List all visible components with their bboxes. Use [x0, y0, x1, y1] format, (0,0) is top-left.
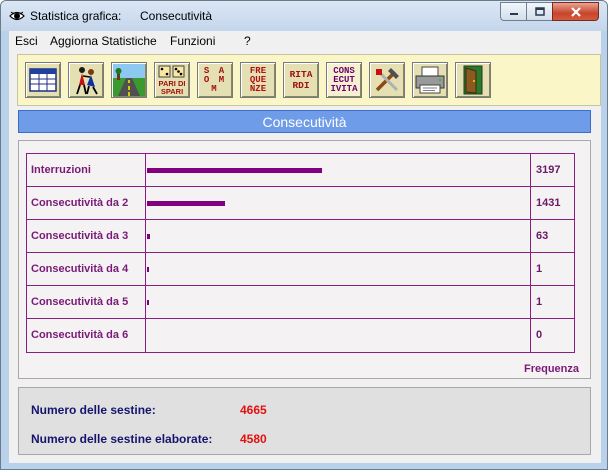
- row-divider: [145, 286, 146, 318]
- maximize-icon: [534, 7, 545, 16]
- ritardi-text-1: RITA: [289, 69, 313, 80]
- somma-text-3: M: [211, 83, 219, 94]
- chart-row: Consecutività da 4 1: [27, 253, 574, 286]
- bar: [147, 300, 149, 305]
- toolbar: PARI DI SPARI S A O M M FRE QUE NZE RITA…: [17, 54, 601, 106]
- eye-icon: [9, 11, 25, 21]
- category-label: Interruzioni: [31, 164, 91, 176]
- ritardi-icon: RITA RDI: [284, 63, 318, 97]
- chart-row: Consecutività da 3 63: [27, 220, 574, 253]
- ritardi-text-2: RDI: [292, 80, 310, 91]
- sestine-label: Numero delle sestine:: [31, 403, 156, 417]
- window-subtitle: Consecutività: [140, 9, 213, 23]
- toolbar-button-frequenze[interactable]: FRE QUE NZE: [240, 62, 276, 98]
- toolbar-button-table[interactable]: [25, 62, 61, 98]
- category-label: Consecutività da 2: [31, 197, 129, 209]
- chart-row: Interruzioni 3197: [27, 154, 574, 187]
- close-icon: [570, 6, 581, 17]
- toolbar-button-somma[interactable]: S A O M M: [197, 62, 233, 98]
- bar-value-label: 0: [536, 329, 543, 341]
- bar-chart: Interruzioni 3197 Consecutività da 2 1431 Co…: [26, 153, 575, 353]
- row-divider: [145, 253, 146, 285]
- row-divider: [530, 286, 531, 318]
- pari-dispari-text-2: SPARI: [161, 87, 183, 96]
- menu-aggiorna-statistiche[interactable]: Aggiorna Statistiche: [50, 34, 157, 48]
- toolbar-button-printer[interactable]: [412, 62, 448, 98]
- pari-dispari-icon: PARI DI SPARI: [158, 65, 185, 96]
- bar: [147, 168, 322, 173]
- toolbar-button-road[interactable]: [111, 62, 147, 98]
- category-label: Consecutività da 5: [31, 296, 129, 308]
- row-divider: [530, 253, 531, 285]
- bar: [147, 267, 149, 272]
- section-title: Consecutività: [18, 110, 591, 133]
- somma-icon: S A O M M: [198, 63, 232, 97]
- chart-row: Consecutività da 2 1431: [27, 187, 574, 220]
- chart-row: Consecutività da 5 1: [27, 286, 574, 319]
- bar-value-label: 1: [536, 263, 543, 275]
- toolbar-button-tools[interactable]: [369, 62, 405, 98]
- bar-value-label: 1431: [536, 197, 561, 209]
- row-divider: [530, 187, 531, 219]
- sestine-elaborate-value: 4580: [240, 432, 267, 446]
- bar-value-label: 1: [536, 296, 543, 308]
- maximize-button[interactable]: [526, 2, 553, 21]
- row-divider: [145, 154, 146, 186]
- bar-value-label: 63: [536, 230, 549, 242]
- chart-panel: Interruzioni 3197 Consecutività da 2 1431 Co…: [18, 140, 591, 379]
- row-divider: [145, 187, 146, 219]
- bar-value-label: 3197: [536, 164, 561, 176]
- menu-bar: Esci Aggiorna Statistiche Funzioni ?: [9, 31, 601, 51]
- dancers-icon: [76, 67, 98, 95]
- minimize-icon: [509, 12, 518, 15]
- category-label: Consecutività da 3: [31, 230, 129, 242]
- category-label: Consecutività da 4: [31, 263, 129, 275]
- row-divider: [145, 319, 146, 352]
- row-divider: [530, 154, 531, 186]
- title-bar[interactable]: Statistica grafica: Consecutività: [1, 1, 607, 31]
- client-area: Esci Aggiorna Statistiche Funzioni ? PAR…: [9, 31, 601, 463]
- sestine-value: 4665: [240, 403, 267, 417]
- menu-esci[interactable]: Esci: [15, 34, 38, 48]
- toolbar-button-ritardi[interactable]: RITA RDI: [283, 62, 319, 98]
- toolbar-button-pari-dispari[interactable]: PARI DI SPARI: [154, 62, 190, 98]
- printer-icon: [415, 66, 445, 94]
- info-panel: Numero delle sestine: 4665 Numero delle …: [18, 387, 591, 455]
- bar: [147, 234, 150, 239]
- consecutivita-text-3: IVITA: [330, 83, 358, 94]
- exit-door-icon: [463, 65, 483, 95]
- menu-help[interactable]: ?: [244, 34, 251, 48]
- close-button[interactable]: [552, 2, 599, 21]
- sestine-elaborate-label: Numero delle sestine elaborate:: [31, 432, 213, 446]
- row-divider: [530, 319, 531, 352]
- app-window: Statistica grafica: Consecutività Esci A…: [0, 0, 608, 470]
- toolbar-button-exit[interactable]: [455, 62, 491, 98]
- toolbar-button-dancers[interactable]: [68, 62, 104, 98]
- bar: [147, 201, 225, 206]
- tools-icon: [375, 68, 399, 92]
- chart-row: Consecutività da 6 0: [27, 319, 574, 352]
- frequenze-text-3: NZE: [249, 83, 267, 94]
- window-title: Statistica grafica:: [30, 9, 122, 23]
- consecutivita-icon: CONS ECUT IVITA: [327, 63, 361, 97]
- frequenze-icon: FRE QUE NZE: [241, 63, 275, 97]
- row-divider: [145, 220, 146, 252]
- minimize-button[interactable]: [500, 2, 527, 21]
- toolbar-button-consecutivita[interactable]: CONS ECUT IVITA: [326, 62, 362, 98]
- category-label: Consecutività da 6: [31, 329, 129, 341]
- x-axis-label: Frequenza: [524, 363, 580, 375]
- menu-funzioni[interactable]: Funzioni: [170, 34, 215, 48]
- table-icon: [29, 68, 57, 92]
- row-divider: [530, 220, 531, 252]
- road-icon: [113, 64, 145, 96]
